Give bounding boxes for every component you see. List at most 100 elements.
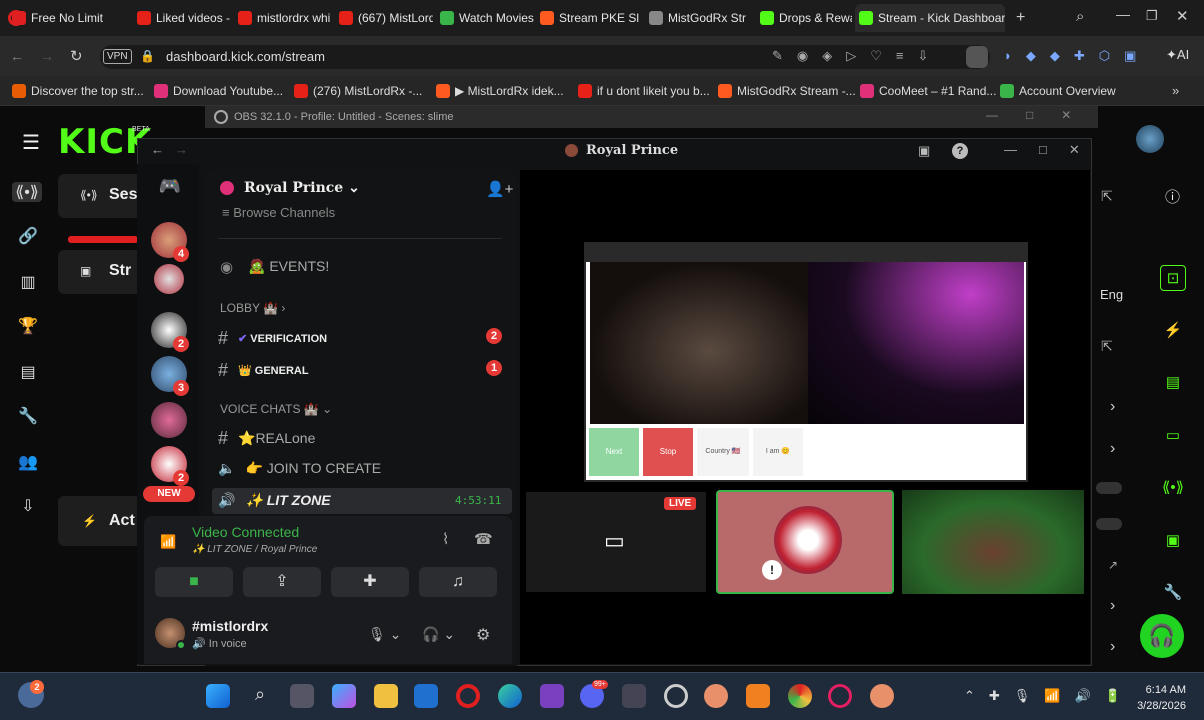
bookmark-item[interactable]: if u dont likeit you b... [578, 84, 710, 98]
app-icon[interactable] [704, 684, 728, 708]
toggle-switch-2[interactable] [1096, 518, 1122, 530]
clock-date[interactable]: 3/28/2026 [1130, 700, 1186, 712]
search-icon[interactable]: ⌕ [248, 684, 272, 708]
outlook-icon[interactable] [414, 684, 438, 708]
obs-taskbar-icon[interactable] [664, 684, 688, 708]
discord-home-icon[interactable]: 🎮 [155, 176, 185, 202]
copilot-icon[interactable] [332, 684, 356, 708]
gender-select[interactable]: I am 😊 [753, 428, 803, 476]
profile-icon[interactable] [966, 46, 988, 68]
browser-tab[interactable]: Liked videos - [133, 4, 231, 32]
headphones-icon[interactable]: 🎧 ⌄ [422, 626, 455, 643]
opera-icon[interactable] [456, 684, 480, 708]
inbox-icon[interactable]: ▣ [918, 143, 930, 159]
screen-capture-icon[interactable]: ⊡ [1160, 265, 1186, 291]
app-icon[interactable] [870, 684, 894, 708]
browser-tab[interactable]: Drops & Rewa [756, 4, 852, 32]
channel-verification[interactable]: # ✔ VERIFICATION [218, 328, 327, 349]
browser-tab[interactable]: (667) MistLord [335, 4, 433, 32]
search-tabs-icon[interactable]: ⌕ [1076, 8, 1084, 25]
browser-tab[interactable]: mistlordrx whi [234, 4, 332, 32]
wrench-icon[interactable]: 🔧 [1160, 580, 1186, 606]
soundboard-button[interactable]: ♫ [419, 567, 497, 597]
next-button[interactable]: Next [589, 428, 639, 476]
stream-tile-3[interactable] [902, 490, 1084, 594]
camera-app-icon[interactable] [622, 684, 646, 708]
extensions-icons[interactable]: ◗◆◆✚⬡▣ [1004, 48, 1150, 64]
discord-forward-icon[interactable]: → [175, 142, 188, 157]
reload-icon[interactable]: ↻ [70, 47, 83, 65]
minimize-window-icon[interactable]: — [1116, 6, 1130, 22]
language-badge[interactable]: Eng [1100, 287, 1123, 302]
channel-join-to-create[interactable]: 🔈 👉 JOIN TO CREATE [218, 460, 381, 477]
events-link[interactable]: 🧟 EVENTS! [248, 258, 329, 275]
toggle-switch[interactable] [1096, 482, 1122, 494]
chevron-right-icon-2[interactable]: › [1110, 440, 1115, 458]
bookmarks-more-icon[interactable]: » [1172, 83, 1179, 98]
noise-suppression-icon[interactable]: ⌇ [442, 530, 449, 548]
bookmark-item[interactable]: CooMeet – #1 Rand... [860, 84, 996, 98]
new-tab-button[interactable]: + [1016, 9, 1025, 27]
channel-realone[interactable]: # ⭐REALone [218, 428, 315, 449]
tools-icon[interactable]: 🔧 [18, 406, 38, 426]
clipchamp-icon[interactable] [540, 684, 564, 708]
country-select[interactable]: Country 🇺🇸 [697, 428, 749, 476]
start-menu-icon[interactable] [206, 684, 230, 708]
chevron-right-icon-3[interactable]: › [1110, 597, 1115, 615]
bookmark-item[interactable]: Download Youtube... [154, 84, 283, 98]
voice-location[interactable]: ✨ LIT ZONE / Royal Prince [192, 544, 317, 555]
browser-tab[interactable]: Watch Movies [436, 4, 534, 32]
chat-icon[interactable]: ▭ [1160, 423, 1186, 449]
vpn-badge[interactable]: VPN [103, 49, 132, 64]
bookmark-item[interactable]: Discover the top str... [12, 84, 144, 98]
restore-window-icon[interactable]: ❐ [1146, 8, 1158, 24]
chevron-right-icon[interactable]: › [1110, 398, 1115, 416]
voice-status[interactable]: Video Connected [192, 524, 299, 540]
bookmark-item[interactable]: ▶ MistLordRx idek... [436, 84, 564, 98]
server-icon[interactable] [151, 402, 187, 438]
clock-time[interactable]: 6:14 AM [1142, 684, 1186, 696]
server-name[interactable]: Royal Prince ⌄ [244, 180, 360, 196]
username[interactable]: #mistlordrx [192, 618, 268, 634]
edge-icon[interactable] [498, 684, 522, 708]
channel-general[interactable]: # 👑 GENERAL [218, 360, 309, 381]
support-headset-button[interactable]: 🎧 [1140, 614, 1184, 658]
file-explorer-icon[interactable] [374, 684, 398, 708]
channel-lit-zone[interactable]: 🔊 ✨ LIT ZONE [218, 492, 331, 509]
chart-icon[interactable]: ↗ [1108, 558, 1118, 572]
back-icon[interactable]: ← [10, 48, 24, 64]
kick-user-avatar[interactable] [1136, 125, 1164, 153]
video-icon[interactable]: ▤ [18, 362, 38, 382]
browser-tab[interactable]: Stream - Kick Dashboard [855, 4, 1005, 32]
analytics-icon[interactable]: ▥ [18, 272, 38, 292]
lobby-category[interactable]: LOBBY 🏰 › [220, 301, 285, 315]
bookmark-item[interactable]: (276) MistLordRx -... [294, 84, 422, 98]
hamburger-menu-icon[interactable]: ☰ [22, 130, 40, 155]
ai-button[interactable]: ✦AI [1166, 47, 1189, 63]
address-bar-actions[interactable]: ✎◉◈▷♡≡⇩ [772, 48, 942, 64]
upload-icon[interactable]: ⇩ [18, 496, 38, 516]
screen-share-button[interactable]: ⇪ [243, 567, 321, 597]
voice-chats-category[interactable]: VOICE CHATS 🏰 ⌄ [220, 402, 332, 416]
obs-window-controls[interactable]: —□✕ [986, 108, 1099, 122]
browser-tab[interactable]: Stream PKE Sl [536, 4, 642, 32]
discord-back-icon[interactable]: ← [151, 142, 164, 157]
document-icon[interactable]: ▤ [1160, 370, 1186, 396]
opera-gx-icon[interactable] [828, 684, 852, 708]
add-member-icon[interactable]: 👤+ [486, 180, 513, 198]
browser-tab[interactable]: MistGodRx Str [645, 4, 753, 32]
lightning-icon[interactable]: ⚡ [1160, 318, 1186, 344]
layout-icon[interactable]: ▣ [1160, 528, 1186, 554]
disconnect-icon[interactable]: ☎ [474, 530, 493, 548]
fl-studio-icon[interactable] [746, 684, 770, 708]
bookmark-item[interactable]: Account Overview [1000, 84, 1116, 98]
live-broadcast-icon[interactable]: ⟪•⟫ [12, 182, 42, 202]
info-icon[interactable]: ⓘ [1165, 186, 1180, 207]
settings-gear-icon[interactable]: ⚙ [476, 625, 490, 645]
url-text[interactable]: dashboard.kick.com/stream [166, 49, 325, 64]
chevron-right-icon-4[interactable]: › [1110, 638, 1115, 656]
chrome-icon[interactable] [788, 684, 812, 708]
microphone-icon[interactable]: 🎙 ⌄ [368, 626, 401, 643]
system-tray-icons[interactable]: ⌃✚🎙📶🔊🔋 [964, 688, 1135, 704]
browser-tab[interactable]: Free No Limit [8, 4, 128, 32]
